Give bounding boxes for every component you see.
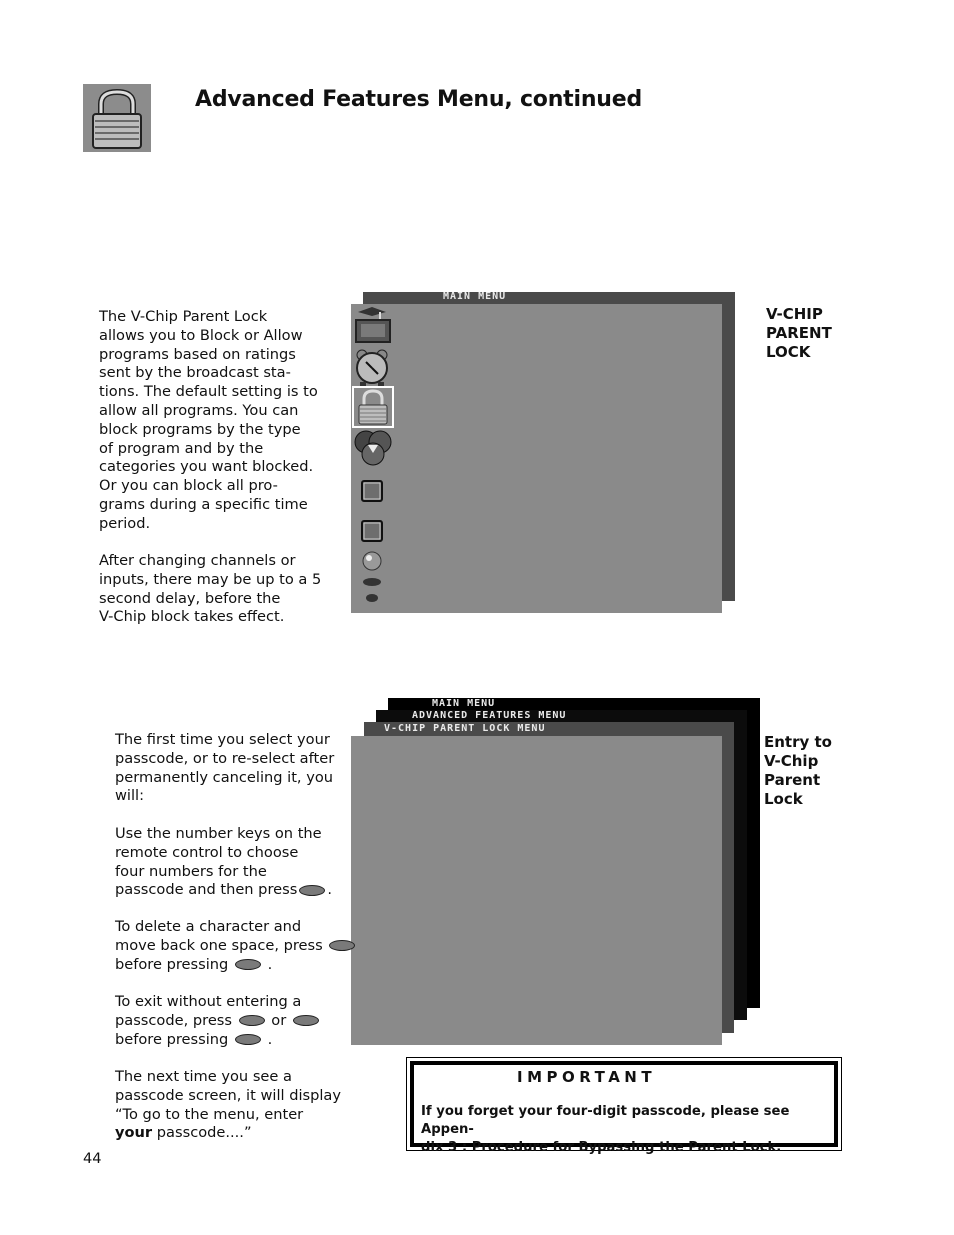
choose-passcode-instructions: Use the number keys on the remote contro… [115,825,355,900]
tv-graduation-cap-icon[interactable] [354,306,392,344]
vchip-delay-note: After changing channels or inputs, there… [99,552,322,626]
square-button-icon[interactable] [361,520,383,542]
text-line: your passcode....” [115,1124,355,1143]
next-time-note: The next time you see a passcode screen,… [115,1068,355,1143]
vchip-parent-lock-screen [351,736,722,1045]
text-segment: move back one space, press [115,936,323,954]
first-time-instructions: The first time you select your passcode,… [115,731,335,805]
text-line: move back one space, press [115,936,356,956]
exit-button-icon [238,1015,265,1027]
text-segment: passcode and then press [115,881,298,899]
ok-button-icon [234,1034,261,1046]
text-segment: passcode, press [115,1011,233,1029]
text-segment: or [271,1011,287,1029]
main-menu-screen [351,304,722,613]
page-number: 44 [83,1150,102,1167]
ok-button-icon [234,959,261,971]
small-oval-button-icon[interactable] [363,589,381,602]
period: . [327,881,332,899]
page-title: Advanced Features Menu, continued [195,87,643,112]
text-line: The next time you see a [115,1068,292,1085]
entry-to-vchip-label: Entry to V-Chip Parent Lock [764,733,832,808]
main-menu-title: MAIN MENU [443,291,507,302]
delete-character-instructions: To delete a character and move back one … [115,918,356,975]
vchip-description: The V-Chip Parent Lock allows you to Blo… [99,308,318,532]
text-segment: passcode....” [152,1124,252,1142]
exit-instructions: To exit without entering a passcode, pre… [115,993,355,1049]
advanced-features-menu-title: ADVANCED FEATURES MENU [412,710,567,721]
emphasis: your [115,1124,153,1142]
important-body: If you forget your four-digit passcode, … [421,1104,790,1155]
menu-button-icon [292,1015,319,1027]
ok-button-icon [299,884,326,896]
oval-button-icon[interactable] [361,573,383,586]
text-line: before pressing . [115,1031,355,1050]
important-title: IMPORTANT [517,1068,657,1086]
text-line: passcode screen, it will display [115,1086,342,1104]
alarm-clock-icon[interactable] [354,349,390,387]
text-line: passcode and then press. [115,881,355,900]
padlock-icon[interactable] [352,386,394,428]
text-line: To delete a character and [115,918,302,935]
padlock-icon [83,84,151,152]
text-line: “To go to the menu, enter [115,1105,304,1123]
period: . [267,1030,273,1048]
vchip-parent-lock-menu-title: V-CHIP PARENT LOCK MENU [384,723,546,734]
square-button-icon[interactable] [361,480,383,502]
text-line: passcode, press or [115,1012,355,1031]
text-line: before pressing . [115,956,355,975]
text-line: remote control to choose [115,843,299,861]
text-line: Use the number keys on the [115,825,322,842]
vchip-parent-lock-label: V-CHIP PARENT LOCK [766,305,832,361]
text-segment: before pressing [115,1030,229,1048]
color-circles-icon[interactable] [354,429,392,469]
sphere-icon[interactable] [361,551,383,571]
text-line: To exit without entering a [115,993,302,1010]
text-segment: before pressing [115,955,229,973]
back-button-icon [329,940,356,952]
main-menu-layer-title: MAIN MENU [432,698,496,709]
period: . [267,955,273,973]
text-line: four numbers for the [115,862,267,880]
